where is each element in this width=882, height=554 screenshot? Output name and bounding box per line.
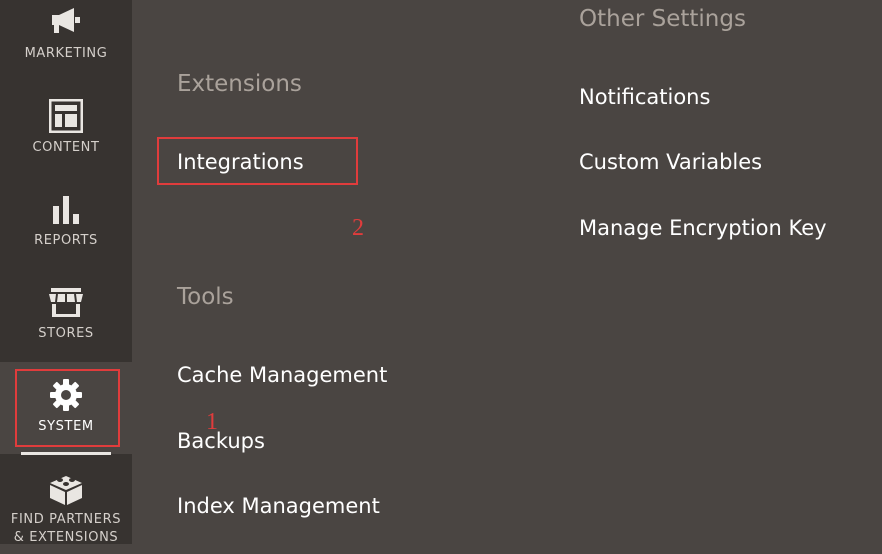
- sidebar-item-find-partners[interactable]: FIND PARTNERS & EXTENSIONS: [0, 454, 132, 554]
- section-title-extensions: Extensions: [177, 71, 302, 97]
- sidebar-item-label: STORES: [38, 326, 94, 341]
- admin-sidebar: MARKETING CONTENT REPORTS STORES SYSTEM …: [0, 0, 132, 545]
- layout-icon: [48, 98, 84, 138]
- sidebar-item-label: CONTENT: [32, 140, 100, 155]
- lego-brick-icon: [48, 470, 84, 511]
- sidebar-item-content[interactable]: CONTENT: [0, 93, 132, 186]
- menu-link-backups[interactable]: Backups: [177, 429, 265, 453]
- sidebar-item-stores[interactable]: STORES: [0, 279, 132, 372]
- section-title-tools: Tools: [177, 284, 234, 310]
- megaphone-icon: [50, 6, 82, 39]
- sidebar-item-label-line1: FIND PARTNERS: [10, 512, 122, 527]
- menu-link-notifications[interactable]: Notifications: [579, 85, 710, 109]
- menu-link-cache-management[interactable]: Cache Management: [177, 363, 387, 387]
- menu-link-custom-variables[interactable]: Custom Variables: [579, 150, 762, 174]
- storefront-icon: [47, 288, 85, 323]
- sidebar-item-label: MARKETING: [24, 46, 108, 61]
- system-active-indicator: [21, 452, 111, 455]
- sidebar-item-label: REPORTS: [34, 233, 98, 248]
- menu-link-manage-encryption-key[interactable]: Manage Encryption Key: [579, 216, 827, 240]
- sidebar-item-label: FIND PARTNERS & EXTENSIONS: [0, 511, 132, 547]
- section-title-other-settings: Other Settings: [579, 6, 746, 32]
- sidebar-item-reports[interactable]: REPORTS: [0, 186, 132, 279]
- sidebar-item-marketing[interactable]: MARKETING: [0, 0, 132, 75]
- system-highlight-box: [15, 369, 120, 447]
- menu-link-index-management[interactable]: Index Management: [177, 494, 380, 518]
- sidebar-item-label-line2: & EXTENSIONS: [13, 530, 119, 545]
- step-marker-2: 2: [352, 215, 364, 241]
- bar-chart-icon: [50, 194, 82, 231]
- integrations-highlight-box: [157, 137, 358, 185]
